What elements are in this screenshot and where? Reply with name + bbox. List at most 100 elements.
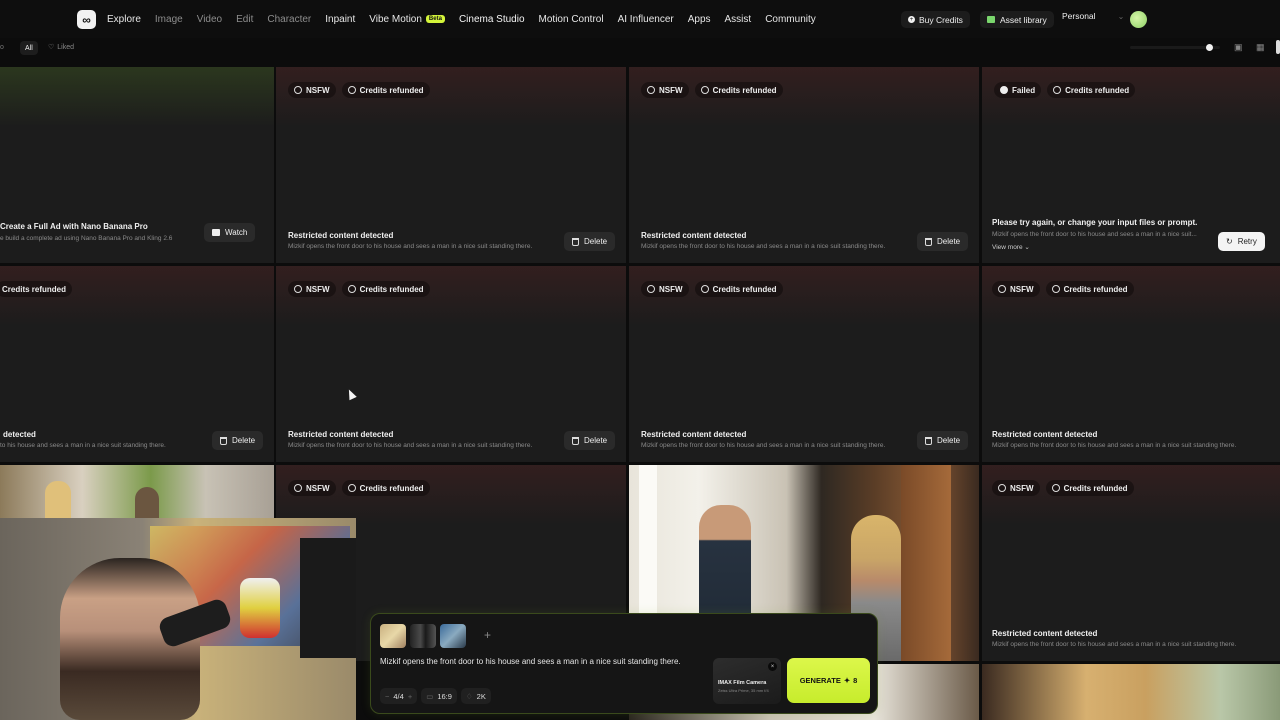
generation-tile[interactable]: NSFW Credits refunded Restricted content… [982,266,1280,462]
reference-thumbnail[interactable] [440,624,466,648]
app-logo[interactable]: ∞ [77,10,96,29]
nav-item-image[interactable]: Image [155,14,183,25]
asset-library-button[interactable]: Asset library [980,11,1054,28]
delete-button[interactable]: Delete [564,232,616,251]
delete-button[interactable]: Delete [564,431,616,450]
add-reference-button[interactable]: + [484,628,491,642]
delete-button[interactable]: Delete [917,431,969,450]
generated-image[interactable] [982,664,1280,720]
nsfw-badge: NSFW [288,82,336,98]
close-icon[interactable]: × [768,662,777,671]
camera-name: IMAX Film Camera [718,680,767,686]
refund-badge: Credits refunded [1045,480,1134,496]
nav-item-label: Cinema Studio [458,13,525,25]
tile-prompt: Mizkif opens the front door to his house… [288,243,533,250]
generated-image[interactable] [0,465,274,525]
generation-tile[interactable]: NSFW Credits refunded Restricted content… [982,465,1280,661]
tile-prompt: to his house and sees a man in a nice su… [0,442,166,449]
nav-item-label: Video [196,13,223,25]
plus-icon[interactable]: + [408,692,412,701]
filter-bar: o All ♡ Liked [0,38,1280,58]
eye-off-icon [294,484,302,492]
zoom-slider-knob[interactable] [1206,44,1213,51]
promo-tile[interactable]: Create a Full Ad with Nano Banana Pro e … [0,67,274,263]
delete-button[interactable]: Delete [212,431,264,450]
count-stepper[interactable]: − 4/4 + [380,688,418,704]
view-more-link[interactable]: View more ⌄ [992,243,1030,251]
reference-thumbnail[interactable] [380,624,406,648]
asset-library-label: Asset library [1000,14,1047,25]
grid-view-icon[interactable]: ▦ [1256,42,1266,52]
delete-button[interactable]: Delete [917,232,969,251]
retry-button[interactable]: ↻ Retry [1218,232,1265,251]
nav-item-edit[interactable]: Edit [236,14,253,25]
filter-all-tab[interactable]: All [20,41,38,55]
info-icon [700,285,709,293]
tile-prompt: Mizkif opens the front door to his house… [288,442,533,449]
refund-badge: Credits refunded [341,82,430,98]
tile-prompt: Mizkif opens the front door to his house… [641,442,886,449]
generation-tile[interactable]: Failed Credits refunded Please try again… [982,67,1280,263]
reference-thumbnail[interactable] [410,624,436,648]
nav-item-explore[interactable]: Explore [107,14,141,25]
watch-button[interactable]: Watch [204,223,256,242]
nav-item-cinema-studio[interactable]: Cinema Studio [459,14,525,25]
filter-all-label: All [25,44,33,52]
generation-tile[interactable]: NSFW Credits refunded Restricted content… [629,266,979,462]
camera-preset-card[interactable]: × IMAX Film Camera Zeiss Ultra Prime, 35… [713,658,781,704]
generation-tile[interactable]: NSFW Credits refunded Restricted content… [276,266,626,462]
promo-subtitle: e build a complete ad using Nano Banana … [0,235,173,242]
nav-item-apps[interactable]: Apps [688,14,711,25]
nsfw-label: NSFW [306,85,330,95]
buy-credits-button[interactable]: + Buy Credits [901,11,970,28]
monitor-shape [300,538,356,658]
watch-label: Watch [225,228,248,237]
nav-item-ai-influencer[interactable]: AI Influencer [618,14,674,25]
tile-badges: Credits refunded [0,281,73,297]
door-shape [901,465,951,661]
nav-item-inpaint[interactable]: Inpaint [325,14,355,25]
delete-label: Delete [584,436,608,445]
refund-badge: Credits refunded [694,281,783,297]
resolution-select[interactable]: ♢ 2K [460,688,491,704]
count-value: 4/4 [393,691,404,701]
generation-tile[interactable]: NSFW Credits refunded Restricted content… [629,67,979,263]
delete-label: Delete [584,237,608,246]
refund-badge: Credits refunded [1045,281,1134,297]
tile-badges: NSFW Credits refunded [992,480,1134,496]
nav-item-character[interactable]: Character [267,14,311,25]
edge-button[interactable] [1276,40,1280,54]
nav-item-vibe-motion[interactable]: Vibe Motion Beta [369,14,445,25]
refund-badge: Credits refunded [1047,82,1136,98]
tile-badges: NSFW Credits refunded [992,281,1134,297]
minus-icon[interactable]: − [385,692,389,701]
tile-prompt: Mizkif opens the front door to his house… [992,231,1197,238]
list-view-icon[interactable]: ▣ [1234,42,1244,52]
trash-icon [925,436,932,445]
nsfw-label: NSFW [1010,284,1034,294]
view-more-label: View more [992,244,1023,251]
nav-item-assist[interactable]: Assist [725,14,752,25]
aspect-ratio-select[interactable]: ▭ 16:9 [421,688,457,704]
aspect-ratio-icon: ▭ [426,691,434,701]
restricted-title: Restricted content detected [288,231,394,240]
nsfw-badge: NSFW [992,281,1040,297]
avatar[interactable] [1130,11,1147,28]
generation-tile[interactable]: NSFW Credits refunded Restricted content… [276,67,626,263]
nsfw-badge: NSFW [641,281,689,297]
nav-item-community[interactable]: Community [765,14,816,25]
refresh-icon: ↻ [1226,237,1233,246]
nav-item-label: Character [267,13,312,25]
restricted-title: Restricted content detected [288,430,394,439]
refund-label: Credits refunded [2,284,67,294]
nav-item-motion-control[interactable]: Motion Control [539,14,604,25]
nav-item-video[interactable]: Video [197,14,222,25]
nsfw-label: NSFW [659,284,683,294]
generation-tile[interactable]: Credits refunded detected to his house a… [0,266,274,462]
filter-liked-tab[interactable]: ♡ Liked [48,43,74,52]
toy-figure [240,578,280,638]
workspace-label: Personal [1062,11,1096,21]
generate-button[interactable]: GENERATE ✦ 8 [787,658,870,703]
workspace-selector[interactable]: Personal ⌄ [1062,11,1124,21]
prompt-input[interactable]: Mizkif opens the front door to his house… [380,657,681,666]
